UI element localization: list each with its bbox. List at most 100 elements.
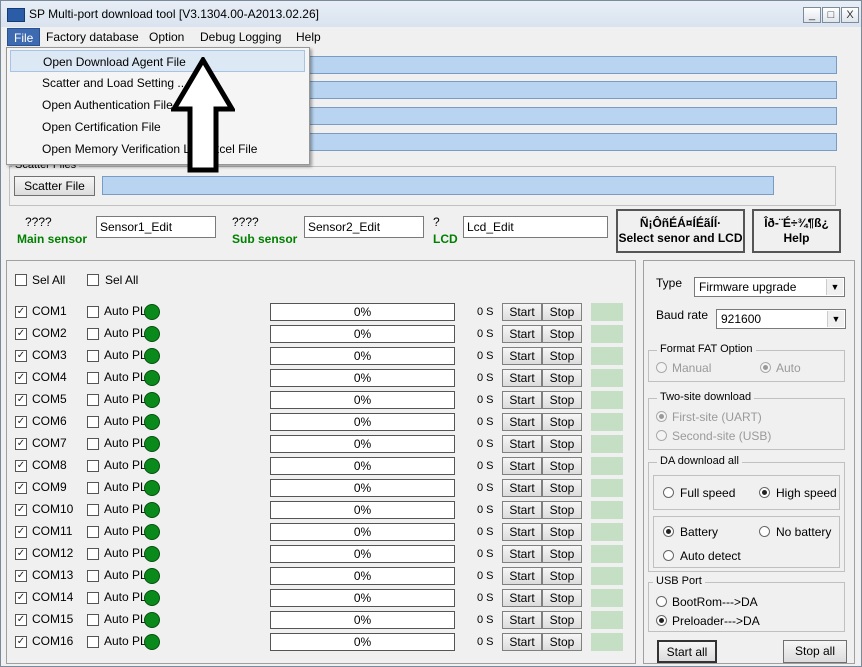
start-button[interactable]: Start <box>502 611 542 629</box>
close-button[interactable]: X <box>841 7 859 23</box>
menu-option[interactable]: Option <box>143 28 190 46</box>
menu-scatter-load-setting[interactable]: Scatter and Load Setting ... <box>10 72 305 94</box>
menu-open-authentication[interactable]: Open Authentication File <box>10 94 305 116</box>
start-button[interactable]: Start <box>502 391 542 409</box>
full-speed-radio[interactable] <box>663 487 674 498</box>
stop-button[interactable]: Stop <box>542 457 582 475</box>
stop-button[interactable]: Stop <box>542 545 582 563</box>
stop-button[interactable]: Stop <box>542 479 582 497</box>
no-battery-radio[interactable] <box>759 526 770 537</box>
auto-pl-checkbox[interactable] <box>87 614 99 626</box>
start-button[interactable]: Start <box>502 523 542 541</box>
stop-button[interactable]: Stop <box>542 611 582 629</box>
port-checkbox[interactable]: ✓ <box>15 328 27 340</box>
auto-pl-checkbox[interactable] <box>87 592 99 604</box>
port-checkbox[interactable]: ✓ <box>15 614 27 626</box>
cert-file-path[interactable] <box>301 133 837 151</box>
stop-button[interactable]: Stop <box>542 391 582 409</box>
port-checkbox[interactable]: ✓ <box>15 526 27 538</box>
minimize-button[interactable]: _ <box>803 7 821 23</box>
start-button[interactable]: Start <box>502 501 542 519</box>
port-checkbox[interactable]: ✓ <box>15 570 27 582</box>
port-checkbox[interactable]: ✓ <box>15 504 27 516</box>
scatter-path[interactable] <box>301 81 837 99</box>
port-checkbox[interactable]: ✓ <box>15 548 27 560</box>
auto-pl-checkbox[interactable] <box>87 350 99 362</box>
main-sensor-edit[interactable]: Sensor1_Edit <box>96 216 216 238</box>
type-select[interactable]: Firmware upgrade ▼ <box>694 277 845 297</box>
port-checkbox[interactable]: ✓ <box>15 306 27 318</box>
help-button[interactable]: Îð-¨É÷¾¶ß¿ Help <box>752 209 841 253</box>
auto-detect-radio[interactable] <box>663 550 674 561</box>
auto-pl-checkbox[interactable] <box>87 460 99 472</box>
da-file-path[interactable] <box>301 56 837 74</box>
first-site-radio[interactable] <box>656 411 667 422</box>
auto-pl-checkbox[interactable] <box>87 306 99 318</box>
scatter-file-path[interactable] <box>102 176 774 195</box>
auto-pl-checkbox[interactable] <box>87 570 99 582</box>
port-checkbox[interactable]: ✓ <box>15 438 27 450</box>
usb-bootrom-radio[interactable] <box>656 596 667 607</box>
auto-pl-checkbox[interactable] <box>87 438 99 450</box>
auto-pl-checkbox[interactable] <box>87 394 99 406</box>
port-checkbox[interactable]: ✓ <box>15 482 27 494</box>
usb-preloader-radio[interactable] <box>656 615 667 626</box>
stop-button[interactable]: Stop <box>542 303 582 321</box>
auto-pl-checkbox[interactable] <box>87 548 99 560</box>
menu-open-memory-verification[interactable]: Open Memory Verification List Excel File <box>10 138 305 160</box>
high-speed-radio[interactable] <box>759 487 770 498</box>
start-button[interactable]: Start <box>502 369 542 387</box>
baud-rate-select[interactable]: 921600 ▼ <box>716 309 846 329</box>
second-site-radio[interactable] <box>656 430 667 441</box>
port-checkbox[interactable]: ✓ <box>15 460 27 472</box>
sel-all-checkbox-1[interactable] <box>15 274 27 286</box>
stop-button[interactable]: Stop <box>542 347 582 365</box>
menu-file[interactable]: File <box>7 28 41 46</box>
start-button[interactable]: Start <box>502 479 542 497</box>
battery-radio[interactable] <box>663 526 674 537</box>
stop-all-button[interactable]: Stop all <box>783 640 847 663</box>
port-checkbox[interactable]: ✓ <box>15 592 27 604</box>
stop-button[interactable]: Stop <box>542 633 582 651</box>
start-button[interactable]: Start <box>502 457 542 475</box>
start-button[interactable]: Start <box>502 633 542 651</box>
start-button[interactable]: Start <box>502 567 542 585</box>
auto-pl-checkbox[interactable] <box>87 504 99 516</box>
auto-pl-checkbox[interactable] <box>87 526 99 538</box>
auto-pl-checkbox[interactable] <box>87 482 99 494</box>
lcd-edit[interactable]: Lcd_Edit <box>463 216 608 238</box>
auto-pl-checkbox[interactable] <box>87 328 99 340</box>
stop-button[interactable]: Stop <box>542 567 582 585</box>
start-button[interactable]: Start <box>502 347 542 365</box>
auto-pl-checkbox[interactable] <box>87 636 99 648</box>
scatter-file-button[interactable]: Scatter File <box>14 176 95 196</box>
start-button[interactable]: Start <box>502 413 542 431</box>
sub-sensor-edit[interactable]: Sensor2_Edit <box>304 216 424 238</box>
start-button[interactable]: Start <box>502 303 542 321</box>
select-sensor-lcd-button[interactable]: Ñ¡ÔñÉÁ¤ÍÉãÍÍ· Select senor and LCD <box>616 209 745 253</box>
auth-file-path[interactable] <box>301 107 837 125</box>
menu-help[interactable]: Help <box>290 28 327 46</box>
stop-button[interactable]: Stop <box>542 435 582 453</box>
start-button[interactable]: Start <box>502 435 542 453</box>
port-checkbox[interactable]: ✓ <box>15 636 27 648</box>
stop-button[interactable]: Stop <box>542 413 582 431</box>
port-checkbox[interactable]: ✓ <box>15 350 27 362</box>
auto-pl-checkbox[interactable] <box>87 372 99 384</box>
menu-factory-database[interactable]: Factory database <box>40 28 145 46</box>
port-checkbox[interactable]: ✓ <box>15 416 27 428</box>
stop-button[interactable]: Stop <box>542 325 582 343</box>
start-all-button[interactable]: Start all <box>657 640 717 663</box>
fat-manual-radio[interactable] <box>656 362 667 373</box>
fat-auto-radio[interactable] <box>760 362 771 373</box>
stop-button[interactable]: Stop <box>542 589 582 607</box>
sel-all-checkbox-2[interactable] <box>87 274 99 286</box>
auto-pl-checkbox[interactable] <box>87 416 99 428</box>
start-button[interactable]: Start <box>502 325 542 343</box>
menu-open-certification[interactable]: Open Certification File <box>10 116 305 138</box>
menu-open-download-agent[interactable]: Open Download Agent File <box>10 50 305 72</box>
port-checkbox[interactable]: ✓ <box>15 372 27 384</box>
maximize-button[interactable]: □ <box>822 7 840 23</box>
start-button[interactable]: Start <box>502 545 542 563</box>
menu-debug-logging[interactable]: Debug Logging <box>194 28 287 46</box>
